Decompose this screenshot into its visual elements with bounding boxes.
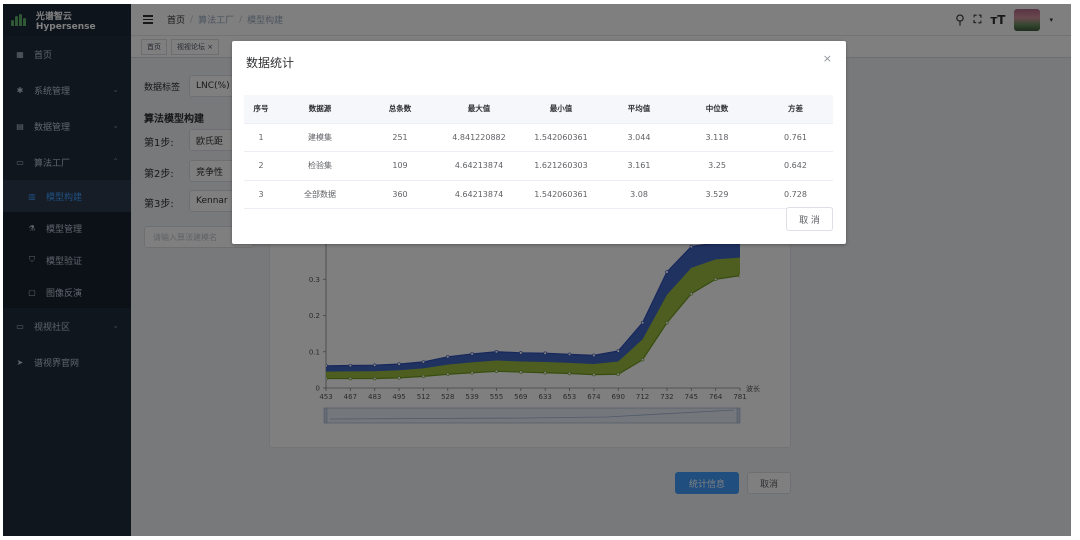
column-header: 平均值 xyxy=(602,95,676,124)
table-cell: 109 xyxy=(362,151,438,181)
dialog-cancel-button[interactable]: 取 消 xyxy=(786,207,833,231)
table-cell: 0.728 xyxy=(758,180,833,209)
table-cell: 3.529 xyxy=(676,180,758,209)
table-cell: 3.08 xyxy=(602,180,676,209)
dialog-title: 数据统计 xyxy=(246,56,295,70)
table-row: 1 建模集 251 4.841220882 1.542060361 3.044 … xyxy=(244,123,833,152)
column-header: 序号 xyxy=(244,95,278,124)
column-header: 中位数 xyxy=(676,95,758,124)
table-cell: 3.161 xyxy=(602,151,676,181)
table-cell: 1.621260303 xyxy=(520,151,602,181)
close-icon[interactable]: × xyxy=(823,52,832,65)
table-cell: 3.044 xyxy=(602,123,676,152)
column-header: 总条数 xyxy=(362,95,438,124)
table-cell: 3.118 xyxy=(676,123,758,152)
table-cell: 4.64213874 xyxy=(438,180,520,209)
table-cell: 360 xyxy=(362,180,438,209)
table-row: 2 检验集 109 4.64213874 1.621260303 3.161 3… xyxy=(244,151,833,181)
table-cell: 4.841220882 xyxy=(438,123,520,152)
table-cell: 1.542060361 xyxy=(520,180,602,209)
table-cell: 1 xyxy=(244,123,278,152)
table-cell: 3 xyxy=(244,180,278,209)
table-cell: 建模集 xyxy=(278,123,362,152)
table-cell: 0.761 xyxy=(758,123,833,152)
table-cell: 251 xyxy=(362,123,438,152)
stats-dialog: 数据统计 × 序号 数据源 总条数 最大值 最小值 平均值 中位数 方差 1 建… xyxy=(232,41,846,244)
table-cell: 检验集 xyxy=(278,151,362,181)
table-cell: 1.542060361 xyxy=(520,123,602,152)
column-header: 最小值 xyxy=(520,95,602,124)
table-cell: 4.64213874 xyxy=(438,151,520,181)
table-cell: 全部数据 xyxy=(278,180,362,209)
app-window: 光谱智云Hypersense ▦ 首页 ✱ 系统管理 ⌄ ▤ 数据管理 ⌄ ▭ … xyxy=(3,4,1071,536)
table-header-row: 序号 数据源 总条数 最大值 最小值 平均值 中位数 方差 xyxy=(244,95,833,124)
table-row: 3 全部数据 360 4.64213874 1.542060361 3.08 3… xyxy=(244,180,833,209)
table-cell: 0.642 xyxy=(758,151,833,181)
table-cell: 2 xyxy=(244,151,278,181)
column-header: 最大值 xyxy=(438,95,520,124)
column-header: 方差 xyxy=(758,95,833,124)
stats-table: 序号 数据源 总条数 最大值 最小值 平均值 中位数 方差 1 建模集 251 … xyxy=(244,95,833,209)
column-header: 数据源 xyxy=(278,95,362,124)
table-cell: 3.25 xyxy=(676,151,758,181)
